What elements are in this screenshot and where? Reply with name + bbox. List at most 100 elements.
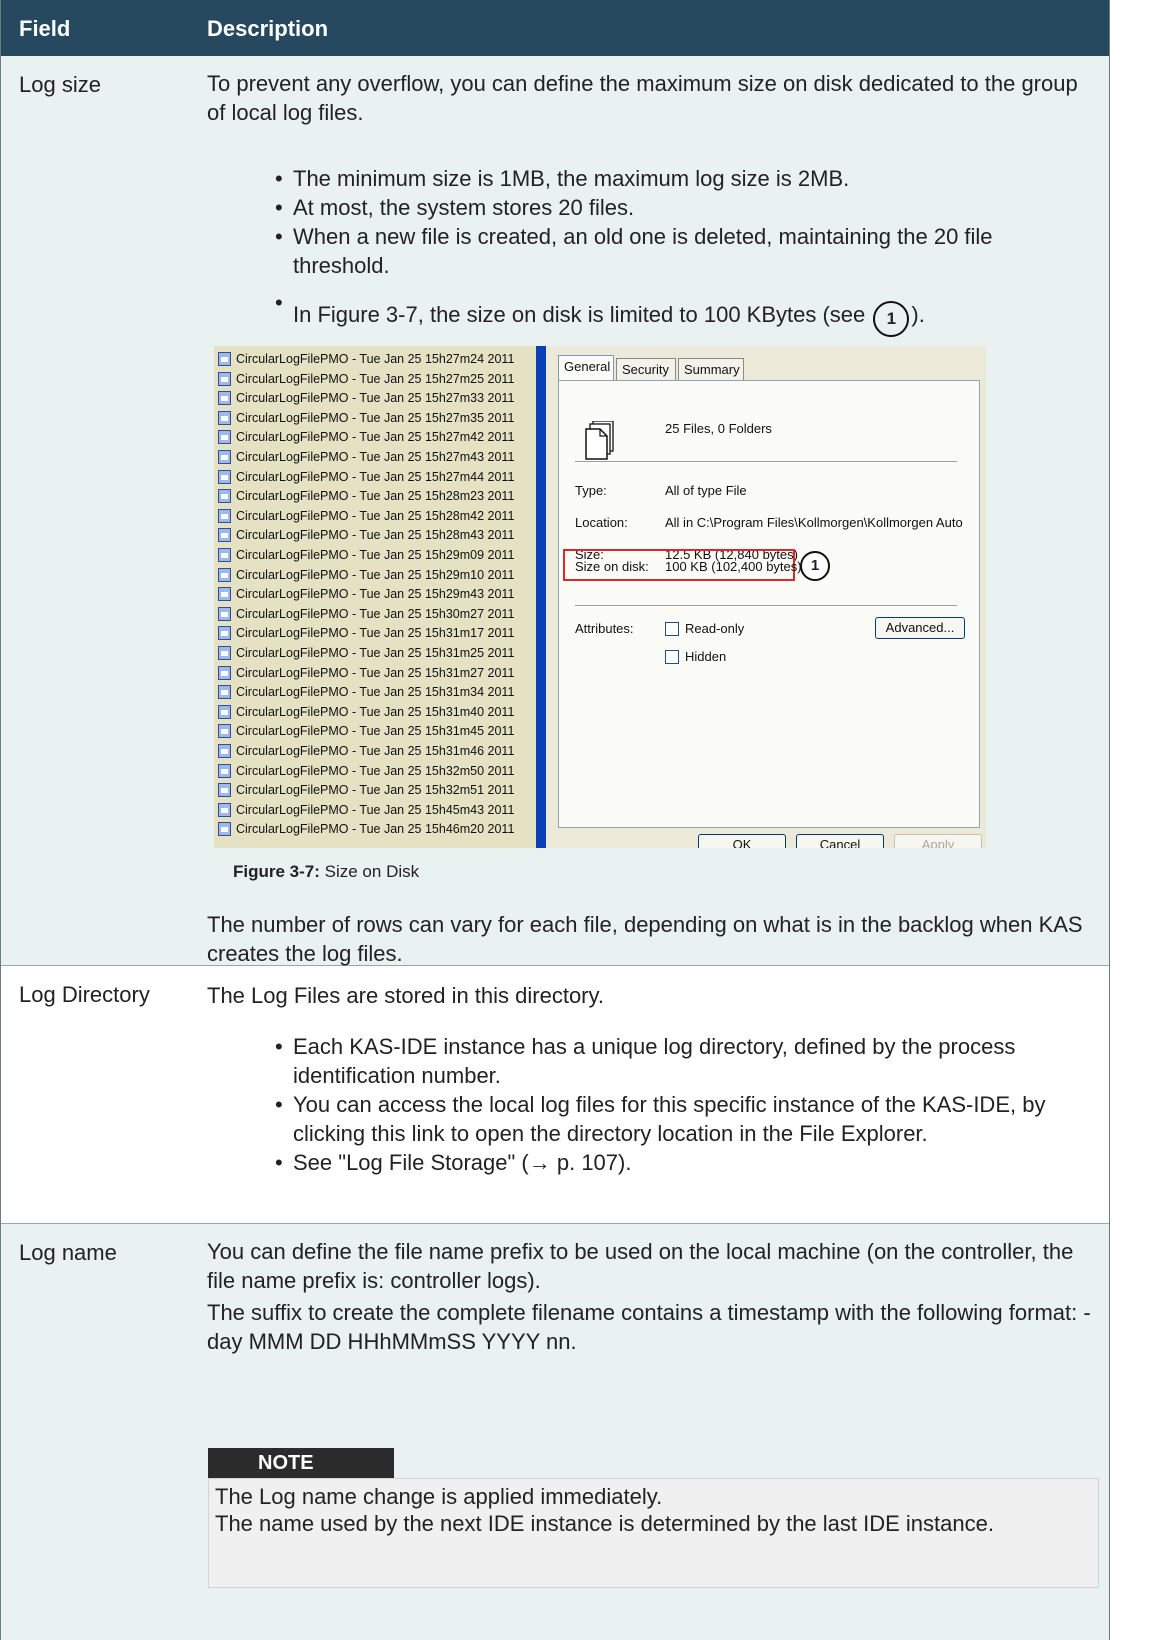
file-name: CircularLogFilePMO - Tue Jan 25 15h27m43… <box>236 450 515 464</box>
file-name: CircularLogFilePMO - Tue Jan 25 15h31m27… <box>236 665 515 680</box>
log-file-icon <box>218 665 231 680</box>
note-box: The Log name change is applied immediate… <box>208 1478 1099 1588</box>
table-header: Field Description <box>1 0 1109 56</box>
log-file-icon <box>218 646 231 660</box>
file-list-item[interactable]: CircularLogFilePMO - Tue Jan 25 15h29m10… <box>218 567 514 587</box>
file-list-item[interactable]: CircularLogFilePMO - Tue Jan 25 15h45m43… <box>218 802 515 822</box>
bullet-list: Each KAS-IDE instance has a unique log d… <box>275 1032 1093 1177</box>
file-name: CircularLogFilePMO - Tue Jan 25 15h46m20… <box>236 822 515 837</box>
list-item: When a new file is created, an old one i… <box>275 222 1093 280</box>
note-line: The Log name change is applied immediate… <box>215 1484 663 1509</box>
file-name: CircularLogFilePMO - Tue Jan 25 15h31m40… <box>236 704 515 719</box>
properties-dialog: General Security Summary 25 Files, 0 Fol… <box>536 346 986 848</box>
file-name: CircularLogFilePMO - Tue Jan 25 15h31m25… <box>236 646 515 660</box>
log-file-icon <box>218 410 231 425</box>
advanced-button[interactable]: Advanced... <box>875 617 965 639</box>
file-list-item[interactable]: CircularLogFilePMO - Tue Jan 25 15h28m23… <box>218 489 514 508</box>
file-name: CircularLogFilePMO - Tue Jan 25 15h30m27… <box>236 606 515 621</box>
file-name: CircularLogFilePMO - Tue Jan 25 15h31m45… <box>236 724 515 739</box>
log-file-icon <box>218 528 231 543</box>
apply-button[interactable]: Apply <box>894 834 982 848</box>
file-list-item[interactable]: CircularLogFilePMO - Tue Jan 25 15h28m43… <box>218 528 514 547</box>
log-file-icon <box>218 802 231 817</box>
file-list-item[interactable]: CircularLogFilePMO - Tue Jan 25 15h28m42… <box>218 508 514 528</box>
tab-summary[interactable]: Summary <box>678 358 744 380</box>
file-name: CircularLogFilePMO - Tue Jan 25 15h31m17… <box>236 626 515 641</box>
file-list-item[interactable]: CircularLogFilePMO - Tue Jan 25 15h27m35… <box>218 410 515 430</box>
file-list-item[interactable]: CircularLogFilePMO - Tue Jan 25 15h31m45… <box>218 724 514 743</box>
file-name: CircularLogFilePMO - Tue Jan 25 15h31m46… <box>236 744 515 758</box>
file-list-item[interactable]: CircularLogFilePMO - Tue Jan 25 15h27m44… <box>218 469 514 489</box>
dialog-frame <box>536 346 546 848</box>
file-list-item[interactable]: CircularLogFilePMO - Tue Jan 25 15h27m43… <box>218 450 514 469</box>
description-paragraph: The suffix to create the complete filena… <box>207 1300 1091 1354</box>
type-label: Type: <box>575 483 607 498</box>
file-name: CircularLogFilePMO - Tue Jan 25 15h27m33… <box>236 391 515 406</box>
tab-general[interactable]: General <box>558 355 614 381</box>
description-paragraph: The number of rows can vary for each fil… <box>207 912 1083 966</box>
hidden-label: Hidden <box>685 649 727 664</box>
description-paragraph: You can define the file name prefix to b… <box>207 1239 1074 1293</box>
location-label: Location: <box>575 515 628 530</box>
log-file-icon <box>218 371 231 386</box>
file-list-item[interactable]: CircularLogFilePMO - Tue Jan 25 15h27m25… <box>218 371 514 391</box>
log-file-icon <box>218 587 231 602</box>
file-list-item[interactable]: CircularLogFilePMO - Tue Jan 25 15h31m17… <box>218 626 514 645</box>
file-list-item[interactable]: CircularLogFilePMO - Tue Jan 25 15h32m50… <box>218 763 515 783</box>
list-item[interactable]: See "Log File Storage" (→ p. 107). <box>275 1148 1093 1177</box>
file-list-item[interactable]: CircularLogFilePMO - Tue Jan 25 15h27m33… <box>218 391 514 410</box>
file-list-item[interactable]: CircularLogFilePMO - Tue Jan 25 15h29m43… <box>218 587 514 606</box>
figure-ref-end: ). <box>911 302 925 327</box>
caption-label: Figure 3-7: <box>233 862 320 881</box>
log-file-icon <box>218 548 231 562</box>
log-file-icon <box>218 744 231 758</box>
file-name: CircularLogFilePMO - Tue Jan 25 15h27m24… <box>236 352 515 366</box>
log-file-icon <box>218 489 231 504</box>
type-value: All of type File <box>665 483 747 498</box>
field-description-table: Field Description Log size To prevent an… <box>0 0 1110 1640</box>
file-list-item[interactable]: CircularLogFilePMO - Tue Jan 25 15h29m09… <box>218 548 514 567</box>
description-paragraph: The Log Files are stored in this directo… <box>207 983 604 1008</box>
log-file-icon <box>218 352 231 366</box>
hidden-checkbox[interactable] <box>665 650 679 664</box>
log-file-icon <box>218 567 231 582</box>
tab-security[interactable]: Security <box>616 358 676 380</box>
log-file-icon <box>218 508 231 523</box>
log-file-icon <box>218 391 231 406</box>
readonly-label: Read-only <box>685 621 745 636</box>
ok-button[interactable]: OK <box>698 834 786 848</box>
file-list-item[interactable]: CircularLogFilePMO - Tue Jan 25 15h30m27… <box>218 606 515 626</box>
file-list-item[interactable]: CircularLogFilePMO - Tue Jan 25 15h31m34… <box>218 685 514 704</box>
cancel-button[interactable]: Cancel <box>796 834 884 848</box>
file-name: CircularLogFilePMO - Tue Jan 25 15h27m42… <box>236 430 515 445</box>
log-file-icon <box>218 685 231 700</box>
list-item: Each KAS-IDE instance has a unique log d… <box>275 1032 1093 1090</box>
file-list-item[interactable]: CircularLogFilePMO - Tue Jan 25 15h32m51… <box>218 783 514 802</box>
log-file-icon <box>218 724 231 739</box>
description-paragraph: To prevent any overflow, you can define … <box>207 71 1078 125</box>
file-list-item[interactable]: CircularLogFilePMO - Tue Jan 25 15h31m25… <box>218 646 514 665</box>
file-list-item[interactable]: CircularLogFilePMO - Tue Jan 25 15h27m24… <box>218 352 514 371</box>
file-list-item[interactable]: CircularLogFilePMO - Tue Jan 25 15h46m20… <box>218 822 514 841</box>
file-list-item[interactable]: CircularLogFilePMO - Tue Jan 25 15h27m42… <box>218 430 514 449</box>
file-list-item[interactable]: CircularLogFilePMO - Tue Jan 25 15h31m27… <box>218 665 515 685</box>
attributes-label: Attributes: <box>575 621 634 636</box>
file-list-item[interactable]: CircularLogFilePMO - Tue Jan 25 15h31m46… <box>218 744 514 763</box>
file-name: CircularLogFilePMO - Tue Jan 25 15h28m23… <box>236 489 515 504</box>
readonly-checkbox[interactable] <box>665 622 679 636</box>
log-file-icon <box>218 606 231 621</box>
list-item: The minimum size is 1MB, the maximum log… <box>275 164 1093 193</box>
files-icon <box>585 421 614 460</box>
note-label: NOTE <box>208 1448 394 1478</box>
file-list-item[interactable]: CircularLogFilePMO - Tue Jan 25 15h31m40… <box>218 704 515 724</box>
note-line: The name used by the next IDE instance i… <box>215 1511 994 1536</box>
file-name: CircularLogFilePMO - Tue Jan 25 15h45m43… <box>236 802 515 817</box>
file-name: CircularLogFilePMO - Tue Jan 25 15h31m34… <box>236 685 515 700</box>
file-name: CircularLogFilePMO - Tue Jan 25 15h27m35… <box>236 410 515 425</box>
figure-ref-text: In Figure 3-7, the size on disk is limit… <box>293 302 866 327</box>
file-name: CircularLogFilePMO - Tue Jan 25 15h32m50… <box>236 763 515 778</box>
size-on-disk-value: 100 KB (102,400 bytes) <box>665 559 802 574</box>
bullet-dot: • <box>275 290 283 315</box>
figure-size-on-disk: CircularLogFilePMO - Tue Jan 25 15h27m24… <box>214 346 986 848</box>
note-text: The Log name change is applied immediate… <box>215 1483 1085 1537</box>
